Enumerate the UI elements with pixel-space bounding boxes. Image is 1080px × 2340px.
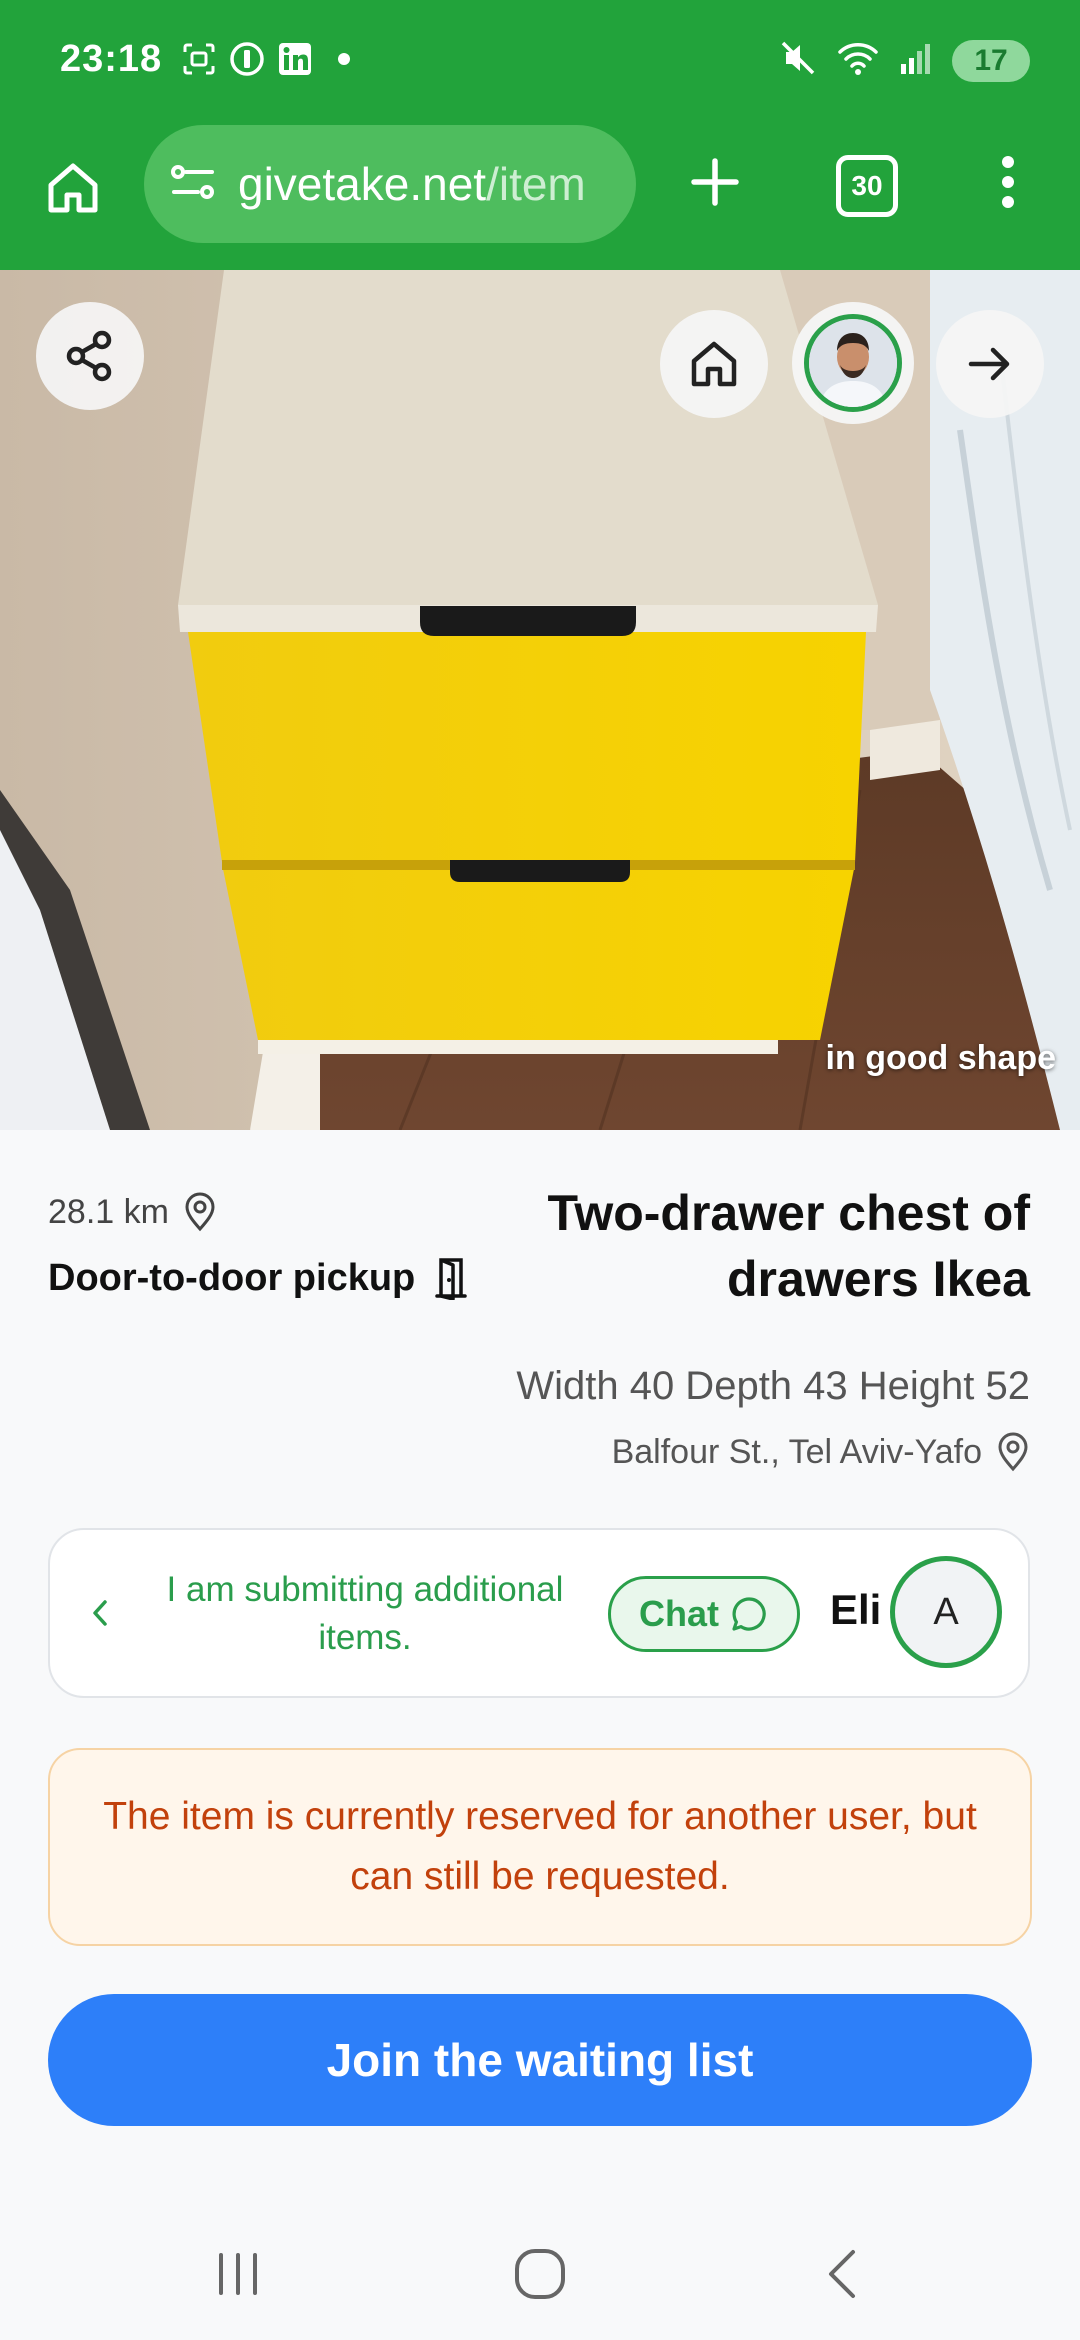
- share-icon: [66, 330, 112, 382]
- home-circle-icon: [515, 2249, 565, 2299]
- browser-home-button[interactable]: [38, 153, 108, 223]
- recent-apps-icon: [219, 2253, 257, 2295]
- linkedin-icon: [276, 40, 314, 78]
- pickup-text: Door-to-door pickup: [48, 1256, 416, 1299]
- browser-menu-button[interactable]: [988, 147, 1028, 217]
- photo-caption: in good shape: [825, 1039, 1056, 1077]
- chat-bubble-icon: [732, 1597, 766, 1631]
- door-icon: [435, 1258, 468, 1300]
- status-bar: 23:18 17: [0, 0, 1080, 125]
- avatar-photo: [809, 319, 897, 407]
- system-status-icons: 17: [778, 38, 1030, 83]
- chevron-left-icon[interactable]: [90, 1598, 110, 1633]
- item-title: Two-drawer chest of drawers Ikea: [547, 1185, 1030, 1307]
- home-nav-button[interactable]: [500, 2234, 580, 2314]
- giver-card: I am submitting additional items. Chat E…: [48, 1528, 1030, 1698]
- giver-message[interactable]: I am submitting additional items.: [140, 1566, 590, 1662]
- notification-dot: [338, 53, 350, 65]
- one-password-icon: [228, 40, 266, 78]
- pickup-method: Door-to-door pickup: [48, 1256, 471, 1300]
- url-path: /item: [486, 158, 586, 210]
- giver-avatar[interactable]: A: [890, 1556, 1002, 1668]
- system-navigation-bar: [0, 2210, 1080, 2340]
- giver-name[interactable]: Eli: [830, 1586, 881, 1634]
- share-button[interactable]: [36, 302, 144, 410]
- item-photo[interactable]: in good shape: [0, 270, 1080, 1130]
- site-settings-icon[interactable]: [170, 162, 216, 207]
- site-home-button[interactable]: [660, 310, 768, 418]
- status-notification-icons: [180, 40, 350, 78]
- chat-label: Chat: [639, 1593, 719, 1634]
- home-icon: [48, 163, 98, 213]
- location-pin-icon: [185, 1192, 215, 1232]
- item-dimensions: Width 40 Depth 43 Height 52: [516, 1364, 1030, 1408]
- battery-icon: 17: [952, 39, 1030, 82]
- arrow-right-icon: [968, 347, 1010, 381]
- url-bar[interactable]: givetake.net/item: [144, 125, 636, 243]
- recent-apps-button[interactable]: [198, 2234, 278, 2314]
- url-host: givetake.net: [238, 158, 487, 210]
- browser-toolbar: givetake.net/item 30: [0, 125, 1080, 270]
- tab-switcher-button[interactable]: 30: [836, 155, 898, 217]
- mute-icon: [778, 38, 818, 83]
- distance-text: 28.1 km: [48, 1192, 169, 1231]
- chat-button[interactable]: Chat: [608, 1576, 800, 1652]
- signal-icon: [898, 40, 934, 81]
- join-waiting-list-button[interactable]: Join the waiting list: [48, 1994, 1032, 2126]
- more-vertical-icon: [1002, 156, 1014, 208]
- location-pin-icon: [998, 1432, 1028, 1472]
- item-address: Balfour St., Tel Aviv-Yafo: [612, 1432, 1030, 1472]
- user-profile-button[interactable]: [792, 302, 914, 424]
- reserved-notice: The item is currently reserved for anoth…: [48, 1748, 1032, 1946]
- home-icon: [691, 341, 737, 387]
- reserved-notice-text: The item is currently reserved for anoth…: [103, 1795, 977, 1898]
- plus-icon: [691, 158, 739, 206]
- back-nav-button[interactable]: [802, 2234, 882, 2314]
- address-text: Balfour St., Tel Aviv-Yafo: [611, 1432, 982, 1471]
- item-distance: 28.1 km: [48, 1192, 217, 1232]
- user-avatar: [804, 314, 902, 412]
- wifi-icon: [836, 38, 880, 83]
- item-photo-image: [0, 270, 1080, 1130]
- new-tab-button[interactable]: [680, 147, 750, 217]
- back-icon: [829, 2250, 855, 2298]
- screenshot-icon: [180, 40, 218, 78]
- next-item-button[interactable]: [936, 310, 1044, 418]
- status-time: 23:18: [60, 38, 163, 80]
